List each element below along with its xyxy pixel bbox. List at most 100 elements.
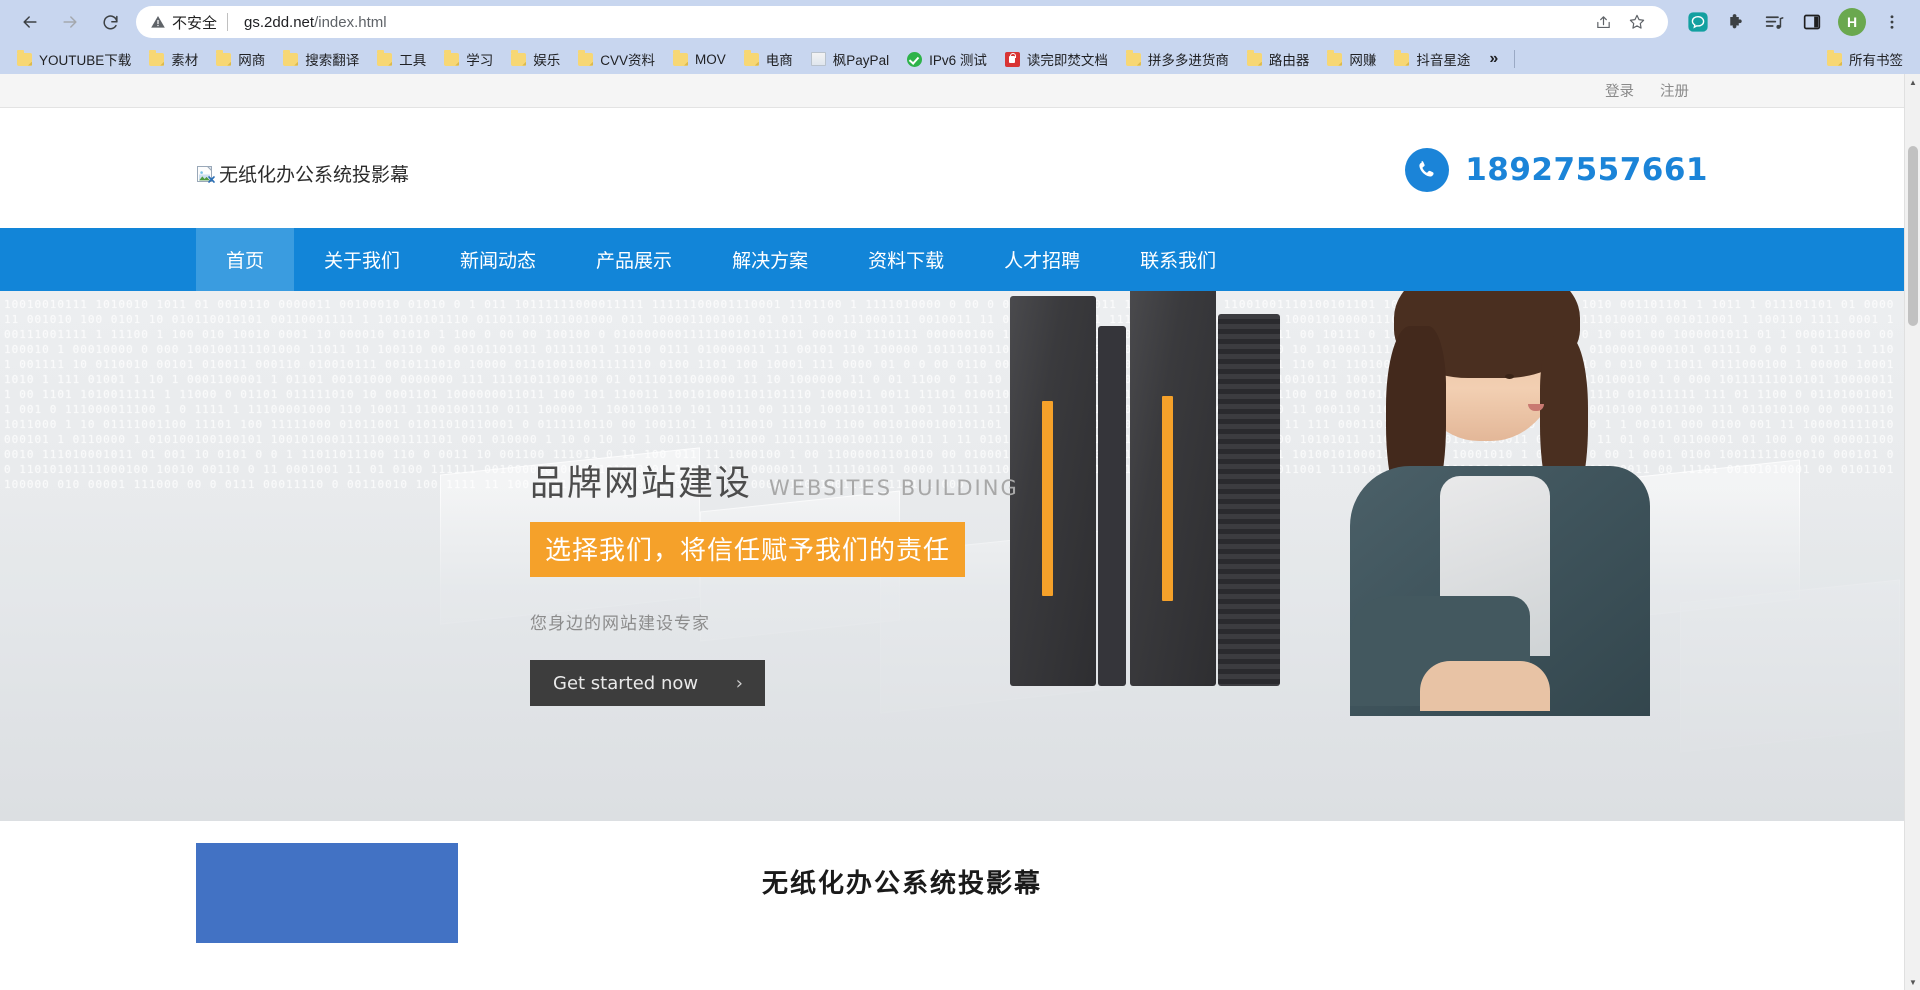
bookmark-item[interactable]: 搜索翻译	[274, 46, 368, 72]
bookmark-item[interactable]: IPv6 测试	[898, 46, 996, 72]
login-link[interactable]: 登录	[1605, 80, 1634, 101]
logo-alt-text: 无纸化办公系统投影幕	[219, 160, 409, 187]
folder-icon	[578, 53, 593, 66]
folder-icon	[1827, 53, 1842, 66]
bookmark-item[interactable]: CVV资料	[569, 46, 664, 72]
phone-block: 18927557661	[1405, 148, 1708, 192]
hero-banner: 10010010111 1010010 1011 01 0010110 0000…	[0, 291, 1904, 821]
banner-highlight-text: 选择我们，将信任赋予我们的责任	[530, 522, 965, 577]
bookmark-label: 搜索翻译	[305, 49, 359, 69]
all-bookmarks-button[interactable]: 所有书签	[1818, 46, 1912, 72]
chat-bubble-icon[interactable]	[1680, 4, 1716, 40]
side-panel-icon[interactable]	[1794, 4, 1830, 40]
media-playlist-icon[interactable]	[1756, 4, 1792, 40]
star-icon[interactable]	[1620, 5, 1654, 39]
chevron-right-icon: ›	[736, 673, 743, 694]
folder-icon	[377, 53, 392, 66]
omnibox-divider	[227, 13, 228, 31]
avatar[interactable]: H	[1838, 8, 1866, 36]
address-bar[interactable]: 不安全 gs.2dd.net/index.html	[136, 6, 1668, 38]
bookmark-item[interactable]: 素材	[140, 46, 207, 72]
bookmark-item[interactable]: 路由器	[1238, 46, 1319, 72]
banner-copy: 品牌网站建设 WEBSITES BUILDING 选择我们，将信任赋予我们的责任…	[530, 455, 1019, 706]
bookmark-label: 抖音星途	[1416, 49, 1470, 69]
toolbar-actions: H	[1676, 4, 1910, 40]
nav-item-news[interactable]: 新闻动态	[430, 228, 566, 291]
bookmark-label: 素材	[171, 49, 198, 69]
bookmarks-overflow-button[interactable]: »	[1479, 50, 1508, 68]
puzzle-piece-icon[interactable]	[1718, 4, 1754, 40]
bookmark-item[interactable]: 工具	[368, 46, 435, 72]
phone-icon	[1405, 148, 1449, 192]
nav-item-downloads[interactable]: 资料下载	[838, 228, 974, 291]
url-text: gs.2dd.net/index.html	[244, 14, 387, 31]
bookmark-item[interactable]: YOUTUBE下载	[8, 46, 140, 72]
banner-title-cn: 品牌网站建设	[530, 455, 752, 506]
bookmark-label: YOUTUBE下载	[39, 49, 131, 69]
bookmark-item[interactable]: 网赚	[1318, 46, 1385, 72]
register-link[interactable]: 注册	[1660, 80, 1689, 101]
bookmark-item[interactable]: 娱乐	[502, 46, 569, 72]
site-logo[interactable]: 无纸化办公系统投影幕	[196, 160, 409, 187]
folder-icon	[283, 53, 298, 66]
bookmark-item[interactable]: 网商	[207, 46, 274, 72]
not-secure-warning-icon	[150, 14, 166, 30]
nav-item-home[interactable]: 首页	[196, 228, 294, 291]
bookmark-label: 学习	[466, 49, 493, 69]
all-bookmarks-label: 所有书签	[1849, 49, 1903, 69]
nav-item-about[interactable]: 关于我们	[294, 228, 430, 291]
phone-number: 18927557661	[1465, 152, 1708, 188]
bookmark-item[interactable]: 枫PayPal	[802, 46, 898, 72]
folder-icon	[216, 53, 231, 66]
page-viewport: 登录 注册 无纸化办公系统投影幕 18927557661 首页 关于我们 新闻动…	[0, 74, 1920, 990]
security-status-label: 不安全	[172, 12, 217, 33]
check-circle-icon	[907, 52, 922, 67]
share-icon[interactable]	[1586, 5, 1620, 39]
folder-icon	[1126, 53, 1141, 66]
scrollbar-thumb[interactable]	[1908, 146, 1918, 326]
bookmark-label: 枫PayPal	[833, 49, 889, 69]
scroll-up-arrow-icon[interactable]: ▲	[1905, 74, 1920, 90]
bookmark-item[interactable]: 抖音星途	[1385, 46, 1479, 72]
person-illustration	[1290, 291, 1690, 696]
product-thumbnail[interactable]	[196, 843, 458, 943]
folder-icon	[1247, 53, 1262, 66]
browser-toolbar: 不安全 gs.2dd.net/index.html H	[0, 0, 1920, 44]
browser-chrome: 不安全 gs.2dd.net/index.html H YOUTUBE下载 素材…	[0, 0, 1920, 74]
banner-title-row: 品牌网站建设 WEBSITES BUILDING	[530, 455, 1019, 506]
bookmark-item[interactable]: 拼多多进货商	[1117, 46, 1238, 72]
folder-icon	[149, 53, 164, 66]
bookmark-item[interactable]: 电商	[735, 46, 802, 72]
banner-title-en: WEBSITES BUILDING	[769, 476, 1019, 500]
forward-button[interactable]	[50, 2, 90, 42]
three-dot-menu-icon[interactable]	[1874, 4, 1910, 40]
product-section-title: 无纸化办公系统投影幕	[762, 863, 1042, 900]
omnibox-content[interactable]: 不安全 gs.2dd.net/index.html	[150, 12, 1586, 33]
back-button[interactable]	[10, 2, 50, 42]
folder-icon	[1394, 53, 1409, 66]
folder-icon	[511, 53, 526, 66]
bookmark-label: 电商	[766, 49, 793, 69]
reload-button[interactable]	[90, 2, 130, 42]
bookmark-label: 娱乐	[533, 49, 560, 69]
bookmarks-divider	[1514, 50, 1515, 68]
nav-item-contact[interactable]: 联系我们	[1110, 228, 1246, 291]
get-started-label: Get started now	[553, 673, 698, 694]
nav-item-careers[interactable]: 人才招聘	[974, 228, 1110, 291]
page-content: 登录 注册 无纸化办公系统投影幕 18927557661 首页 关于我们 新闻动…	[0, 74, 1904, 941]
scroll-down-arrow-icon[interactable]: ▼	[1905, 974, 1920, 990]
server-illustration	[1010, 291, 1320, 686]
bookmark-label: MOV	[695, 52, 726, 67]
page-scrollbar[interactable]: ▲ ▼	[1904, 74, 1920, 990]
nav-item-solutions[interactable]: 解决方案	[702, 228, 838, 291]
folder-icon	[744, 53, 759, 66]
bookmark-item[interactable]: 读完即焚文档	[996, 46, 1117, 72]
bookmark-label: IPv6 测试	[929, 49, 987, 69]
bookmark-item[interactable]: 学习	[435, 46, 502, 72]
get-started-button[interactable]: Get started now ›	[530, 660, 765, 706]
nav-item-products[interactable]: 产品展示	[566, 228, 702, 291]
bookmark-item[interactable]: MOV	[664, 49, 735, 70]
site-header: 无纸化办公系统投影幕 18927557661	[0, 108, 1904, 228]
bookmark-label: 工具	[399, 49, 426, 69]
bookmark-label: 读完即焚文档	[1027, 49, 1108, 69]
